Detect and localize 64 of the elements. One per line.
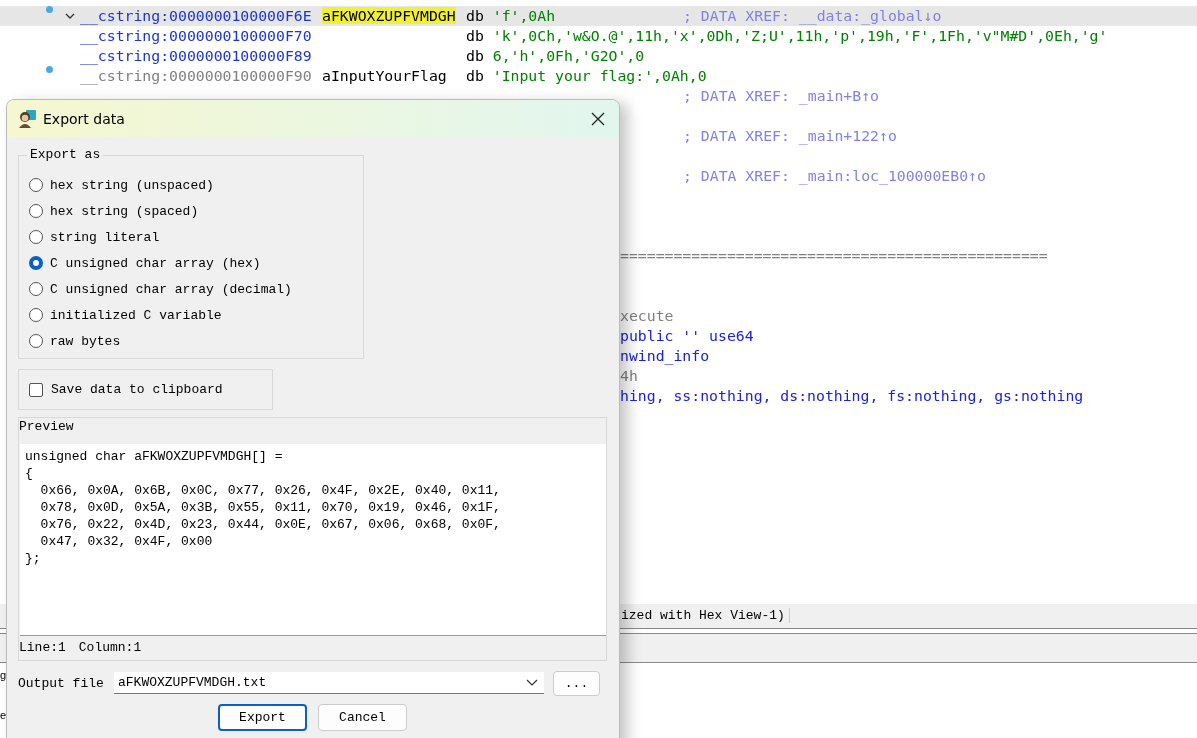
- operands: 'Input your flag:',0Ah,0: [491, 67, 707, 84]
- operands: 6,'h',0Fh,'G2O',0: [491, 47, 645, 64]
- xref-comment: ; DATA XREF: _main+122↑o: [683, 126, 898, 146]
- browse-button[interactable]: ...: [553, 670, 600, 696]
- radio-button[interactable]: [29, 256, 43, 270]
- radio-button[interactable]: [29, 204, 43, 218]
- line-indicator: Line:1: [19, 639, 66, 657]
- app-icon: [17, 108, 37, 129]
- checkbox-label[interactable]: Save data to clipboard: [51, 382, 223, 397]
- output-text: g: [0, 668, 7, 683]
- code-line: 0x66, 0x0A, 0x6B, 0x0C, 0x77, 0x26, 0x4F, 0x2E, 0x40, 0x11,: [39, 482, 502, 499]
- dialog-title: Export data: [43, 110, 126, 127]
- checkbox[interactable]: [29, 382, 43, 397]
- code-text: hing, ss:nothing, ds:nothing, fs:nothing, gs:nothing: [620, 387, 1084, 404]
- code-text: xecute: [620, 307, 674, 324]
- option-label[interactable]: hex string (unspaced): [50, 177, 214, 193]
- code-text: public '' use64: [620, 327, 754, 344]
- directive: db: [466, 27, 484, 44]
- address-label: __cstring:0000000100000F70: [80, 26, 313, 46]
- radio-button[interactable]: [29, 282, 43, 296]
- output-file-label: Output file: [18, 675, 105, 691]
- xref-comment: ; DATA XREF: _main+B↑o: [683, 86, 880, 106]
- operands: 'f',0Ah: [491, 7, 556, 24]
- caret-icon: [526, 678, 538, 687]
- code-line: unsigned char aFKWOXZUPFVMDGH[] =: [25, 448, 284, 465]
- address-label: __cstring:0000000100000F90: [80, 66, 313, 86]
- option-label[interactable]: raw bytes: [50, 333, 121, 349]
- option-label[interactable]: C unsigned char array (hex): [50, 255, 261, 271]
- symbol-name: aInputYourFlag: [322, 67, 447, 84]
- option-label[interactable]: initialized C variable: [50, 307, 222, 323]
- code-line: {: [25, 465, 34, 482]
- column-indicator: Column:1: [78, 639, 142, 657]
- status-text: ized with Hex View-1): [621, 608, 790, 623]
- preview-text-area[interactable]: [20, 444, 606, 636]
- option-label[interactable]: hex string (spaced): [50, 203, 199, 219]
- address-label: __cstring:0000000100000F6E: [80, 6, 313, 26]
- radio-button[interactable]: [29, 230, 43, 244]
- preview-label: Preview: [19, 418, 75, 436]
- directive: db: [466, 67, 484, 84]
- option-label[interactable]: string literal: [50, 229, 160, 245]
- dialog-button[interactable]: Cancel: [318, 704, 407, 731]
- code-line: };: [25, 550, 42, 567]
- separator-line: ================================================: [620, 247, 1048, 264]
- symbol-name: aFKWOXZUPFVMDGH: [322, 7, 456, 24]
- code-text: nwind_info: [620, 347, 710, 364]
- dialog-button[interactable]: Export: [218, 704, 307, 731]
- code-line: 0x76, 0x22, 0x4D, 0x23, 0x44, 0x0E, 0x67, 0x06, 0x68, 0x0F,: [39, 516, 502, 533]
- code-line: 0x78, 0x0D, 0x5A, 0x3B, 0x55, 0x11, 0x70, 0x19, 0x46, 0x1F,: [39, 499, 502, 516]
- directive: db: [466, 7, 484, 24]
- code-text: 4h: [620, 367, 638, 384]
- output-text: e: [0, 708, 7, 723]
- output-file-combo[interactable]: aFKWOXZUPFVMDGH.txt: [114, 672, 544, 694]
- xref-comment: ; DATA XREF: __data:_global↓o: [683, 7, 942, 24]
- operands: 'k',0Ch,'w&O.@',11h,'x',0Dh,'Z;U',11h,'p',19h,'F',1Fh,'v"M#D',0Eh,'g': [491, 27, 1108, 44]
- code-line: 0x47, 0x32, 0x4F, 0x00: [39, 533, 214, 550]
- directive: db: [466, 47, 484, 64]
- close-icon[interactable]: [591, 111, 605, 126]
- group-label: Export as: [27, 147, 104, 163]
- radio-button[interactable]: [29, 308, 43, 322]
- radio-button[interactable]: [29, 334, 43, 348]
- radio-button[interactable]: [29, 178, 43, 192]
- xref-comment: ; DATA XREF: _main:loc_100000EB0↑o: [683, 166, 987, 186]
- option-label[interactable]: C unsigned char array (decimal): [50, 281, 292, 297]
- address-label: __cstring:0000000100000F89: [80, 46, 313, 66]
